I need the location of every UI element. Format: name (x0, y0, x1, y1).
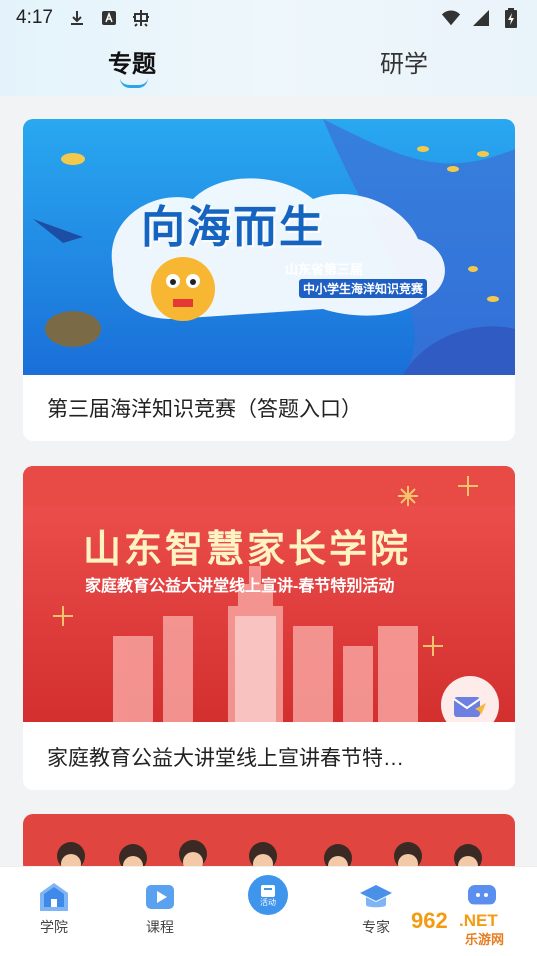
nav-label: 课程 (146, 919, 174, 935)
parent-school-banner[interactable]: 山东智慧家长学院 家庭教育公益大讲堂线上宣讲-春节特别活动 (23, 466, 515, 722)
ocean-banner-main-text: 向海而生 (141, 202, 325, 253)
watermark-logo: 962 .NET 乐游网 (405, 904, 529, 948)
card-title[interactable]: 家庭教育公益大讲堂线上宣讲春节特… (47, 742, 487, 772)
nav-item-xueyuan[interactable]: 学院 (24, 881, 84, 937)
battery-icon (501, 8, 521, 28)
parent-school-banner-main-text: 山东智慧家长学院 (83, 529, 412, 571)
tab-zhuanti[interactable]: 专题 (108, 44, 156, 79)
svg-text:962: 962 (411, 908, 448, 933)
bug-icon (131, 8, 151, 28)
play-icon (143, 881, 177, 913)
svg-text:.NET: .NET (459, 911, 498, 930)
activity-icon-label: 活动 (260, 897, 276, 907)
status-bar: 4:17 (0, 0, 537, 36)
topic-card-ocean[interactable]: 向海而生 山东省第三届 中小学生海洋知识竞赛 第三届海洋知识竞赛（答题入口） (23, 119, 515, 441)
card-title[interactable]: 第三届海洋知识竞赛（答题入口） (47, 393, 487, 423)
ocean-banner-sub-line2: 中小学生海洋知识竞赛 (299, 279, 428, 298)
top-tabs: 专题 研学 (0, 44, 537, 92)
activity-icon: 活动 (248, 875, 288, 915)
nav-item-huodong[interactable]: 活动 (238, 875, 298, 915)
tab-yanxue[interactable]: 研学 (380, 44, 428, 79)
status-time: 4:17 (16, 7, 53, 28)
a-icon (99, 8, 119, 28)
svg-text:乐游网: 乐游网 (465, 932, 504, 948)
school-icon (37, 881, 71, 913)
topic-card-experts[interactable] (23, 814, 515, 874)
nav-label: 学院 (40, 919, 68, 935)
wifi-icon (441, 8, 461, 28)
active-tab-indicator (120, 78, 148, 88)
download-icon (67, 8, 87, 28)
nav-label: 专家 (362, 919, 390, 935)
graduation-cap-icon (359, 881, 393, 913)
nav-item-kecheng[interactable]: 课程 (130, 881, 190, 937)
topic-card-parent-school[interactable]: 山东智慧家长学院 家庭教育公益大讲堂线上宣讲-春节特别活动 家庭教育公益大讲堂线… (23, 466, 515, 790)
ocean-banner[interactable]: 向海而生 山东省第三届 中小学生海洋知识竞赛 (23, 119, 515, 375)
signal-icon (471, 8, 491, 28)
experts-banner-art (23, 814, 515, 874)
ocean-banner-sub-line1: 山东省第三届 (285, 262, 364, 277)
nav-item-zhuanjia[interactable]: 专家 (346, 881, 406, 937)
site-watermark: 962 .NET 乐游网 (405, 904, 529, 948)
parent-school-banner-sub-text: 家庭教育公益大讲堂线上宣讲-春节特别活动 (85, 578, 395, 595)
